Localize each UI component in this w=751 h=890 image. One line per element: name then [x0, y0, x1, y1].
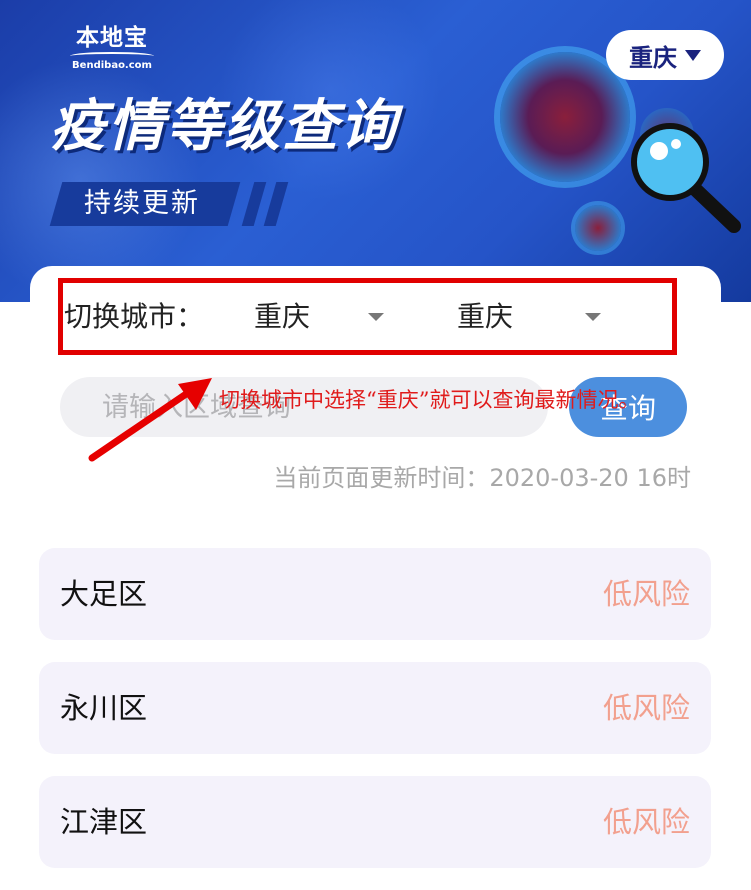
district-name: 江津区 [60, 805, 148, 839]
risk-level: 低风险 [602, 805, 690, 839]
header-banner: 本地宝 Bendibao.com 疫情等级查询 持续更新 重庆 [0, 0, 751, 302]
city-selector-label: 重庆 [629, 43, 677, 72]
logo-subtext: Bendibao.com [72, 60, 152, 71]
list-item[interactable]: 江津区 低风险 [39, 776, 711, 868]
annotation-text: 切换城市中选择“重庆”就可以查询最新情况。 [219, 388, 640, 412]
magnifier-icon [631, 123, 741, 233]
risk-level: 低风险 [602, 577, 690, 611]
virus-graphic-small [575, 205, 621, 251]
logo-text: 本地宝 [76, 24, 148, 51]
risk-level: 低风险 [602, 691, 690, 725]
page-title: 疫情等级查询 [50, 94, 398, 159]
annotation-highlight-box [58, 278, 677, 355]
district-name: 永川区 [60, 691, 148, 725]
caret-down-icon [685, 49, 701, 61]
list-item[interactable]: 大足区 低风险 [39, 548, 711, 640]
logo: 本地宝 Bendibao.com [62, 24, 162, 72]
virus-graphic [500, 52, 630, 182]
decorative-stripe [263, 182, 289, 226]
decorative-stripe [241, 182, 267, 226]
district-list: 大足区 低风险 永川区 低风险 江津区 低风险 [39, 548, 711, 890]
annotation-arrow-icon [88, 378, 212, 462]
subtitle: 持续更新 [84, 188, 200, 219]
update-time: 当前页面更新时间：2020-03-20 16时 [273, 464, 691, 492]
city-selector-button[interactable]: 重庆 [606, 30, 724, 80]
district-name: 大足区 [60, 577, 148, 611]
logo-swoosh [70, 52, 154, 60]
list-item[interactable]: 永川区 低风险 [39, 662, 711, 754]
